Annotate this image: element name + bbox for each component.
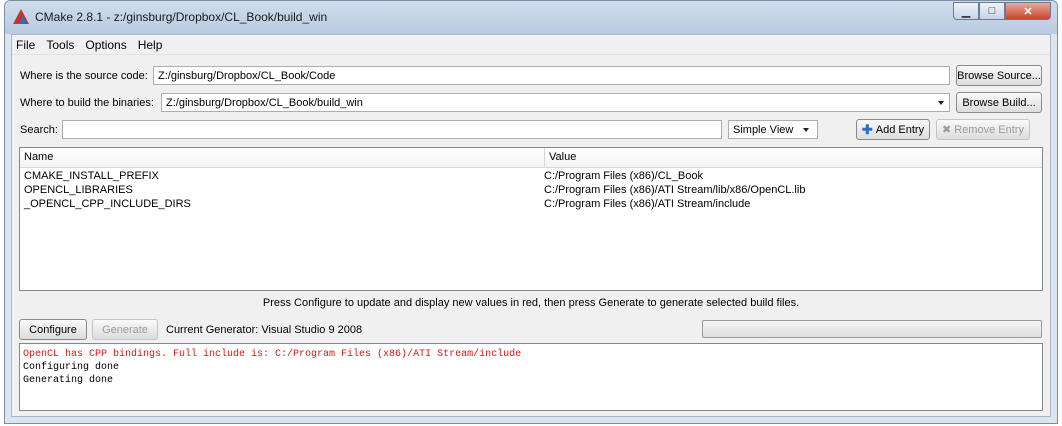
menu-bar: File Tools Options Help [12,35,1050,55]
row-value: C:/Program Files (x86)/ATI Stream/lib/x8… [544,184,806,196]
table-row[interactable]: OPENCL_LIBRARIES C:/Program Files (x86)/… [20,183,1042,197]
search-row: Search: Simple View ✚ Add Entry ✖ Remove… [20,119,1042,140]
view-mode-value: Simple View [733,123,794,136]
column-header-name[interactable]: Name [20,148,545,167]
close-icon: ✕ [1023,5,1033,18]
menu-file[interactable]: File [16,38,35,52]
close-button[interactable]: ✕ [1005,2,1051,20]
client-area: File Tools Options Help Where is the sou… [11,34,1051,417]
browse-build-button[interactable]: Browse Build... [956,92,1042,113]
table-row[interactable]: CMAKE_INSTALL_PREFIX C:/Program Files (x… [20,169,1042,183]
source-row: Where is the source code: Z:/ginsburg/Dr… [20,65,1042,86]
row-name: _OPENCL_CPP_INCLUDE_DIRS [24,198,191,210]
cmake-window: CMake 2.8.1 - z:/ginsburg/Dropbox/CL_Boo… [4,0,1058,424]
log-line: Generating done [23,375,114,386]
log-line: Configuring done [23,362,120,373]
menu-tools[interactable]: Tools [46,38,74,52]
window-controls: ▁ □ ✕ [953,2,1051,20]
build-path-combobox[interactable]: Z:/ginsburg/Dropbox/CL_Book/build_win [161,93,950,112]
plus-icon: ✚ [861,121,873,137]
hint-text: Press Configure to update and display ne… [262,297,800,309]
add-entry-label: Add Entry [875,123,925,136]
cache-table[interactable]: Name Value CMAKE_INSTALL_PREFIX C:/Progr… [19,147,1043,291]
row-value: C:/Program Files (x86)/ATI Stream/includ… [544,198,751,210]
add-entry-button[interactable]: ✚ Add Entry [856,119,930,140]
remove-icon: ✖ [942,124,952,136]
maximize-button[interactable]: □ [979,2,1005,20]
remove-entry-button[interactable]: ✖ Remove Entry [936,119,1030,140]
remove-entry-label: Remove Entry [954,123,1024,136]
build-path-value: Z:/ginsburg/Dropbox/CL_Book/build_win [166,96,363,109]
output-log[interactable]: OpenCL has CPP bindings. Full include is… [19,343,1043,411]
menu-help[interactable]: Help [138,38,163,52]
generate-button[interactable]: Generate [92,319,158,340]
column-header-value[interactable]: Value [545,148,576,167]
minimize-icon: ▁ [961,5,971,18]
current-generator-label: Current Generator: Visual Studio 9 2008 [166,323,363,336]
title-bar[interactable]: CMake 2.8.1 - z:/ginsburg/Dropbox/CL_Boo… [5,1,1057,34]
table-row[interactable]: _OPENCL_CPP_INCLUDE_DIRS C:/Program File… [20,197,1042,211]
table-header: Name Value [20,148,1042,168]
search-input[interactable] [62,120,722,139]
row-value: C:/Program Files (x86)/CL_Book [544,170,703,182]
minimize-button[interactable]: ▁ [953,2,979,20]
configure-button[interactable]: Configure [19,319,87,340]
maximize-icon: □ [988,5,996,17]
build-label: Where to build the binaries: [20,96,154,109]
table-body: CMAKE_INSTALL_PREFIX C:/Program Files (x… [20,168,1042,211]
chevron-down-icon[interactable] [938,100,944,105]
build-row: Where to build the binaries: Z:/ginsburg… [20,92,1042,113]
browse-source-button[interactable]: Browse Source... [956,65,1042,86]
row-name: OPENCL_LIBRARIES [24,184,133,196]
source-path-input[interactable]: Z:/ginsburg/Dropbox/CL_Book/Code [153,66,950,85]
chevron-down-icon [803,127,809,132]
row-name: CMAKE_INSTALL_PREFIX [24,170,159,182]
search-label: Search: [20,123,58,136]
window-title: CMake 2.8.1 - z:/ginsburg/Dropbox/CL_Boo… [35,10,328,24]
cmake-logo-icon [13,9,29,24]
log-line: OpenCL has CPP bindings. Full include is… [23,349,522,360]
progress-bar [702,320,1042,338]
menu-options[interactable]: Options [85,38,126,52]
view-mode-select[interactable]: Simple View [728,120,818,139]
source-label: Where is the source code: [20,69,148,82]
